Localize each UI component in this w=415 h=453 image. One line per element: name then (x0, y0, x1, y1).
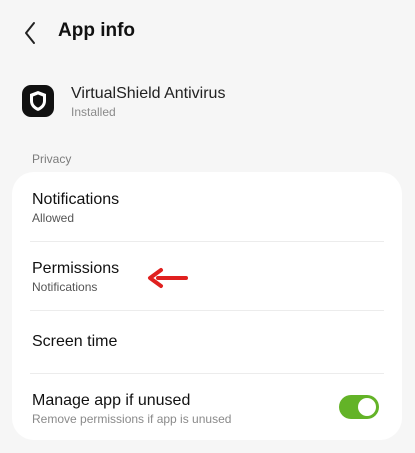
app-icon (22, 85, 54, 117)
app-install-status: Installed (71, 105, 116, 119)
settings-item-subtitle: Remove permissions if app is unused (32, 412, 232, 426)
shield-icon (22, 85, 54, 117)
page-title: App info (58, 20, 136, 41)
settings-item-screen-time[interactable]: Screen time (12, 311, 402, 373)
settings-item-title: Screen time (32, 333, 118, 350)
privacy-settings-card: Notifications Allowed Permissions Notifi… (12, 172, 402, 440)
section-label-privacy: Privacy (32, 152, 72, 166)
settings-item-notifications[interactable]: Notifications Allowed (12, 172, 402, 241)
app-name: VirtualShield Antivirus (71, 85, 226, 102)
settings-item-title: Manage app if unused (32, 392, 191, 409)
chevron-left-icon (25, 22, 35, 44)
settings-item-subtitle: Notifications (32, 280, 98, 294)
settings-item-subtitle: Allowed (32, 211, 75, 225)
settings-item-permissions[interactable]: Permissions Notifications (12, 242, 402, 310)
app-summary: VirtualShield Antivirus Installed (0, 80, 415, 124)
settings-item-title: Permissions (32, 260, 120, 277)
manage-app-if-unused-toggle[interactable] (339, 395, 379, 419)
back-button[interactable] (16, 18, 46, 48)
red-arrow-left-icon (148, 268, 188, 288)
toggle-knob (358, 398, 376, 416)
settings-item-title: Notifications (32, 191, 120, 208)
app-bar: App info (0, 0, 415, 64)
